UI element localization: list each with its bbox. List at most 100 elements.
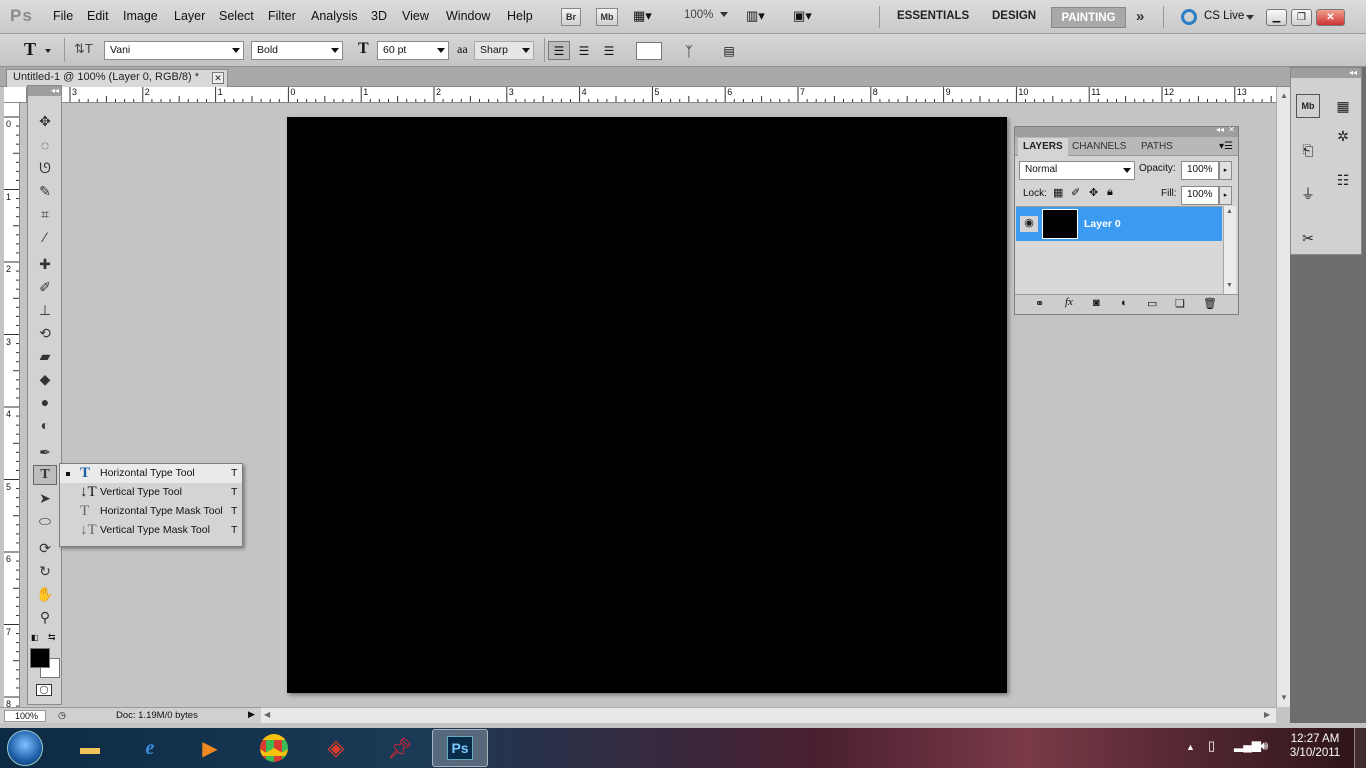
mini-bridge-panel-icon[interactable]: Mb — [1296, 94, 1320, 118]
start-button[interactable] — [7, 730, 43, 766]
brush-tool-icon[interactable]: ✐ — [33, 277, 57, 297]
vertical-scrollbar[interactable]: ▲ ▼ — [1276, 87, 1290, 707]
lock-pixels-icon[interactable]: ✐ — [1071, 186, 1080, 199]
font-size-select[interactable]: 60 pt — [377, 41, 449, 60]
fill-slider-icon[interactable]: ▸ — [1219, 186, 1232, 205]
character-panel-icon[interactable]: ▤ — [718, 41, 740, 60]
show-desktop-button[interactable] — [1354, 728, 1366, 768]
menu-layer[interactable]: Layer — [174, 9, 205, 23]
warp-text-icon[interactable]: ᛉ — [678, 41, 700, 60]
marquee-tool-icon[interactable]: ◌ — [33, 135, 57, 155]
internet-explorer-icon[interactable]: e — [132, 733, 168, 763]
opacity-input[interactable]: 100% — [1181, 161, 1219, 180]
layers-scrollbar[interactable]: ▲ ▼ — [1223, 206, 1236, 294]
network-icon[interactable]: ▂▄▆ — [1234, 738, 1261, 752]
history-brush-tool-icon[interactable]: ⟲ — [33, 323, 57, 343]
adjustments-panel-icon[interactable]: ☷ — [1331, 168, 1355, 192]
crop-tool-icon[interactable]: ⌗ — [33, 204, 57, 224]
swap-colors-icon[interactable]: ⇆ — [48, 632, 56, 643]
cs-live-icon[interactable] — [1181, 9, 1197, 25]
chrome-icon[interactable] — [256, 733, 292, 763]
ruler-origin[interactable] — [4, 87, 27, 103]
panel-menu-icon[interactable]: ▾☰ — [1219, 141, 1233, 152]
menu-window[interactable]: Window — [446, 9, 490, 23]
dock-collapse-icon[interactable]: ◂◂ — [1291, 68, 1361, 78]
foreground-color-swatch[interactable] — [30, 648, 50, 668]
font-style-select[interactable]: Bold — [251, 41, 343, 60]
zoom-level[interactable]: 100% — [684, 9, 713, 21]
scroll-up-icon[interactable]: ▲ — [1226, 208, 1233, 215]
menu-help[interactable]: Help — [507, 9, 533, 23]
clone-source-panel-icon[interactable]: ✂ — [1296, 226, 1320, 250]
lock-all-icon[interactable]: 🔒︎ — [1107, 186, 1113, 199]
menu-edit[interactable]: Edit — [87, 9, 109, 23]
menu-view[interactable]: View — [402, 9, 429, 23]
scroll-left-icon[interactable]: ◀ — [264, 710, 270, 719]
todoist-icon[interactable]: ◈ — [318, 733, 354, 763]
volume-icon[interactable]: 🔊︎ — [1260, 738, 1268, 754]
scroll-down-icon[interactable]: ▼ — [1280, 693, 1288, 702]
adjustment-layer-icon[interactable]: ◐ — [1121, 297, 1128, 309]
device-icon[interactable]: ▯ — [1208, 738, 1215, 754]
flyout-item-horizontal-type[interactable]: T Horizontal Type Tool T — [60, 464, 242, 483]
document-canvas[interactable] — [287, 117, 1007, 693]
restore-icon[interactable]: ❐ — [1291, 9, 1312, 26]
layer-style-icon[interactable]: fx — [1065, 296, 1073, 308]
default-colors-icon[interactable]: ◧ — [31, 633, 39, 642]
font-family-select[interactable]: Vani — [104, 41, 244, 60]
photoshop-taskbar-button[interactable]: Ps — [432, 729, 488, 767]
tab-paths[interactable]: PATHS — [1136, 138, 1178, 156]
layer-row[interactable]: ◉ Layer 0 — [1016, 207, 1222, 241]
menu-file[interactable]: File — [53, 9, 73, 23]
blur-tool-icon[interactable]: ● — [33, 392, 57, 412]
flyout-item-horizontal-type-mask[interactable]: T Horizontal Type Mask Tool T — [60, 502, 242, 521]
delete-layer-icon[interactable]: 🗑︎ — [1203, 297, 1217, 310]
healing-brush-tool-icon[interactable]: ✚ — [33, 254, 57, 274]
align-center-icon[interactable]: ☰ — [573, 41, 595, 60]
pushpin-icon[interactable]: 📌︎ — [382, 733, 418, 763]
menu-analysis[interactable]: Analysis — [311, 9, 358, 23]
history-panel-icon[interactable]: ⎗ — [1296, 138, 1320, 162]
cs-live-dropdown-icon[interactable] — [1246, 15, 1254, 20]
brush-presets-panel-icon[interactable]: ⏚ — [1296, 182, 1320, 206]
workspace-design[interactable]: DESIGN — [992, 10, 1036, 22]
toolbox-collapse-icon[interactable]: ◂◂ — [28, 86, 61, 96]
arrange-documents-icon[interactable]: ▥▾ — [746, 8, 778, 26]
more-workspaces-icon[interactable]: » — [1136, 8, 1144, 25]
swatches-panel-icon[interactable]: ▦ — [1331, 94, 1355, 118]
new-layer-icon[interactable]: ❏ — [1175, 297, 1185, 310]
path-selection-tool-icon[interactable]: ➤ — [33, 488, 57, 508]
screen-mode-icon[interactable]: ▣▾ — [793, 8, 827, 26]
move-tool-icon[interactable]: ✥ — [33, 111, 57, 131]
close-tab-icon[interactable]: ✕ — [212, 72, 224, 84]
antialias-select[interactable]: Sharp — [474, 41, 534, 60]
eraser-tool-icon[interactable]: ▰ — [33, 346, 57, 366]
lock-transparency-icon[interactable]: ▦ — [1053, 186, 1063, 199]
dodge-tool-icon[interactable]: ◐ — [33, 415, 57, 435]
pen-tool-icon[interactable]: ✒ — [33, 442, 57, 462]
panel-collapse-icon[interactable]: ◂◂ — [1216, 125, 1224, 134]
hand-tool-icon[interactable]: ✋ — [33, 584, 57, 604]
cs-live-label[interactable]: CS Live — [1204, 10, 1244, 22]
scroll-right-icon[interactable]: ▶ — [1264, 710, 1270, 719]
align-right-icon[interactable]: ☰ — [598, 41, 620, 60]
view-extras-icon[interactable]: ▦▾ — [633, 8, 667, 26]
workspace-painting[interactable]: PAINTING — [1051, 7, 1126, 28]
flyout-item-vertical-type-mask[interactable]: ↓T Vertical Type Mask Tool T — [60, 521, 242, 540]
workspace-essentials[interactable]: ESSENTIALS — [897, 10, 969, 22]
explorer-icon[interactable]: ▬ — [72, 733, 108, 763]
3d-orbit-tool-icon[interactable]: ↻ — [33, 561, 57, 581]
text-color-swatch[interactable] — [636, 42, 662, 60]
show-hidden-icons-icon[interactable]: ▲ — [1186, 742, 1195, 752]
panel-close-icon[interactable]: ✕ — [1228, 125, 1235, 134]
3d-rotate-tool-icon[interactable]: ⟳ — [33, 538, 57, 558]
type-tool-icon[interactable]: T — [33, 465, 57, 485]
quick-selection-tool-icon[interactable]: ✎ — [33, 181, 57, 201]
tool-preset-dropdown-icon[interactable] — [45, 49, 51, 53]
menu-3d[interactable]: 3D — [371, 9, 387, 23]
scroll-up-icon[interactable]: ▲ — [1280, 91, 1288, 100]
navigator-panel-icon[interactable]: ✲ — [1331, 124, 1355, 148]
paint-bucket-tool-icon[interactable]: ◆ — [33, 369, 57, 389]
fill-input[interactable]: 100% — [1181, 186, 1219, 205]
bridge-button[interactable]: Br — [561, 8, 581, 26]
